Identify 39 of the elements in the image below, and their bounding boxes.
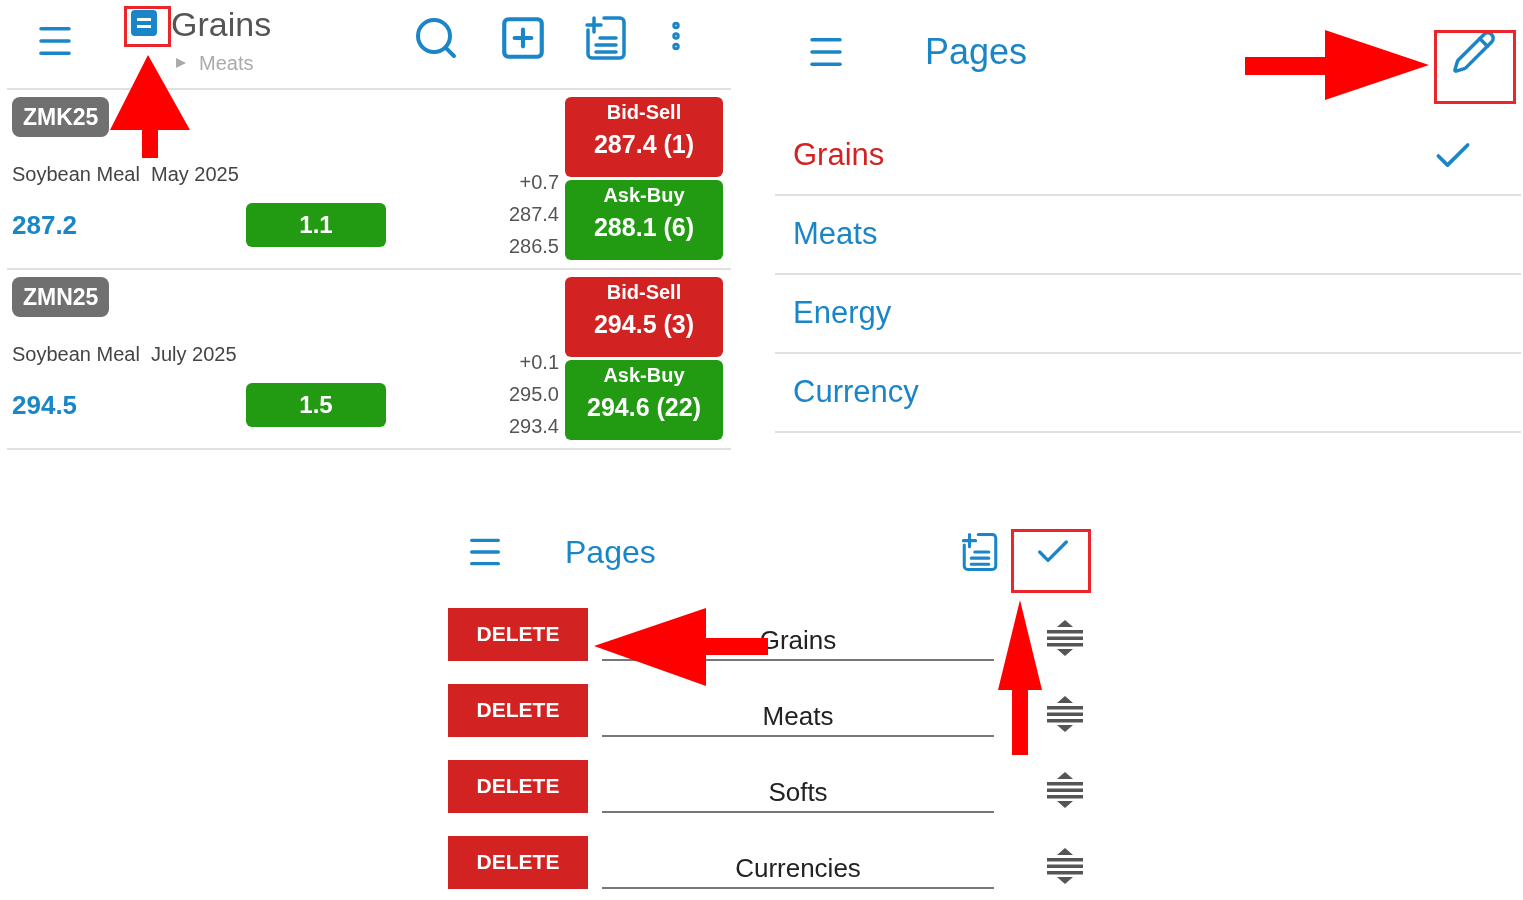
- bid-sell-button[interactable]: Bid-Sell 287.4 (1): [565, 97, 723, 177]
- drag-handle-icon[interactable]: [1045, 618, 1085, 658]
- drag-handle-icon[interactable]: [1045, 846, 1085, 886]
- drag-handle-icon[interactable]: [1045, 694, 1085, 734]
- delete-button[interactable]: DELETE: [448, 683, 588, 737]
- page-title: Grains: [171, 4, 272, 44]
- page-item[interactable]: Energy: [793, 290, 892, 337]
- highlight-frame: [124, 6, 171, 47]
- page-item[interactable]: Meats: [793, 211, 878, 258]
- page-item[interactable]: Grains: [793, 132, 885, 179]
- list-icon[interactable]: [131, 10, 157, 36]
- high-price: 287.4: [508, 202, 559, 227]
- screen-title: Pages: [565, 533, 656, 572]
- symbol-badge: ZMK25: [12, 97, 110, 137]
- high-price: 295.0: [508, 382, 559, 407]
- screen-title: Pages: [925, 29, 1028, 74]
- last-price: 294.5: [12, 388, 79, 422]
- drag-handle-icon[interactable]: [1045, 770, 1085, 810]
- page-name-field[interactable]: Softs: [602, 759, 994, 813]
- net-change: +0.7: [519, 170, 559, 195]
- delete-button[interactable]: DELETE: [448, 759, 588, 813]
- change-badge: 1.1: [246, 203, 386, 247]
- page-name-field[interactable]: Currencies: [602, 835, 994, 889]
- delete-button[interactable]: DELETE: [448, 607, 588, 661]
- ask-buy-button[interactable]: Ask-Buy 288.1 (6): [565, 180, 723, 260]
- triangle-icon: [175, 57, 187, 69]
- last-price: 287.2: [12, 208, 79, 242]
- delete-button[interactable]: DELETE: [448, 835, 588, 889]
- contract-name: Soybean Meal May 2025: [12, 162, 240, 187]
- change-badge: 1.5: [246, 383, 386, 427]
- symbol-badge: ZMN25: [12, 277, 110, 317]
- low-price: 286.5: [508, 234, 559, 259]
- net-change: +0.1: [519, 350, 559, 375]
- contract-name: Soybean Meal July 2025: [12, 342, 238, 367]
- bid-sell-button[interactable]: Bid-Sell 294.5 (3): [565, 277, 723, 357]
- low-price: 293.4: [508, 414, 559, 439]
- page-name-field[interactable]: Meats: [602, 683, 994, 737]
- ask-buy-button[interactable]: Ask-Buy 294.6 (22): [565, 360, 723, 440]
- page-item[interactable]: Currency: [793, 369, 919, 416]
